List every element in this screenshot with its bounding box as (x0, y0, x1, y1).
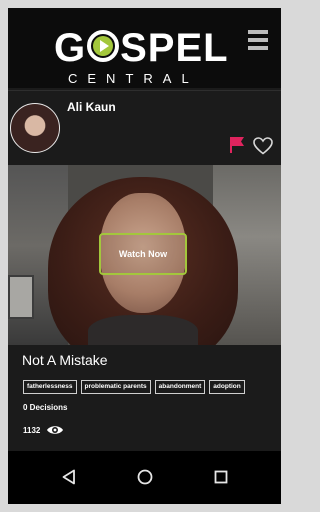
gospel-central-logo[interactable]: G SPEL CENTRAL (54, 26, 244, 86)
logo-subtitle: CENTRAL (68, 71, 199, 86)
eye-icon[interactable] (46, 424, 64, 436)
play-circle-icon (87, 30, 119, 62)
system-nav-bar (8, 451, 281, 504)
post-author-row: Ali Kaun (8, 98, 281, 162)
logo-letters-spel: SPEL (120, 26, 229, 70)
view-count: 1132 (23, 426, 41, 435)
video-title: Not A Mistake (22, 352, 108, 368)
home-icon[interactable] (137, 469, 153, 485)
user-name[interactable]: Ali Kaun (67, 100, 116, 114)
heart-icon[interactable] (253, 137, 273, 155)
header-divider (8, 90, 281, 91)
avatar[interactable] (10, 103, 60, 153)
tag-chip[interactable]: abandonment (154, 380, 206, 394)
watch-now-button[interactable]: Watch Now (99, 233, 187, 275)
back-icon[interactable] (62, 469, 76, 485)
tag-chip[interactable]: adoption (209, 380, 245, 394)
video-thumbnail[interactable]: Watch Now (8, 165, 281, 345)
hamburger-icon[interactable] (248, 30, 268, 52)
logo-letter-g: G (54, 26, 87, 70)
decisions-count: 0 Decisions (23, 403, 68, 412)
tag-chip[interactable]: problematic parents (80, 380, 151, 394)
tag-list: fatherlessness problematic parents aband… (23, 380, 245, 394)
tag-chip[interactable]: fatherlessness (23, 380, 77, 394)
flag-icon[interactable] (228, 136, 246, 154)
app-screen: G SPEL CENTRAL Ali Kaun Watch Now Not A … (8, 8, 281, 504)
logo-wordmark: G SPEL (54, 26, 229, 70)
recents-icon[interactable] (214, 470, 228, 484)
app-header: G SPEL CENTRAL (8, 8, 281, 88)
